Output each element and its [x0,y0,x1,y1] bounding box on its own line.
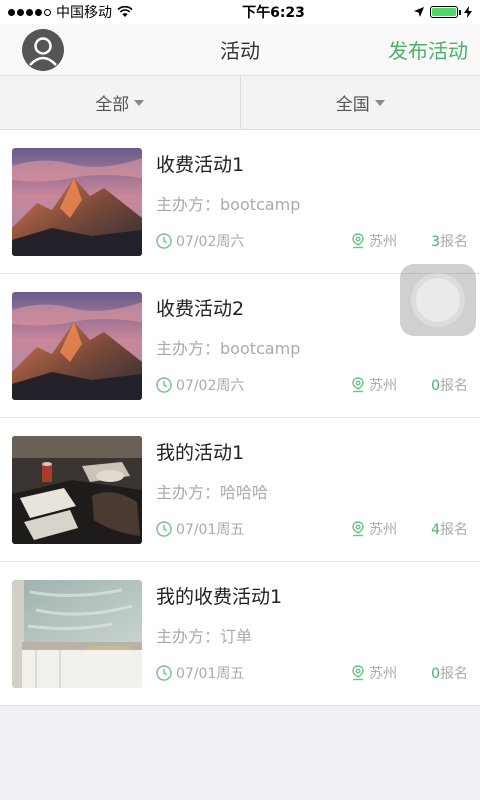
event-meta: 07/01周五 苏州 4报名 [156,519,468,539]
event-meta: 07/02周六 苏州 0报名 [156,375,468,395]
battery-icon [429,6,461,18]
event-list-item[interactable]: 收费活动1 主办方：bootcamp 07/02周六 苏州 3报名 [0,130,480,274]
event-date-label: 07/01周五 [176,666,245,682]
signup-count: 0报名 [431,375,468,395]
event-location: 苏州 [351,519,397,539]
event-location-label: 苏州 [369,234,398,250]
event-location: 苏州 [351,375,397,395]
event-location: 苏州 [351,663,397,683]
event-meta: 07/02周六 苏州 3报名 [156,231,468,251]
clock-icon [156,377,172,393]
location-pin-icon [352,233,364,249]
nav-bar: 活动 发布活动 [0,24,480,76]
event-date: 07/02周六 [156,375,244,395]
status-left: 中国移动 [8,2,133,22]
event-title: 我的活动1 [156,442,245,464]
event-organizer: 主办方：bootcamp [156,195,301,214]
assistive-touch-icon [416,278,460,322]
signal-strength-icon [8,8,51,16]
location-pin-icon [352,377,364,393]
event-title: 收费活动1 [156,154,245,176]
event-organizer: 主办方：哈哈哈 [156,483,269,502]
event-organizer: 主办方：订单 [156,627,253,646]
location-arrow-icon [413,7,424,17]
event-date-label: 07/02周六 [176,234,245,250]
signup-count-number: 3 [431,234,440,250]
avatar[interactable] [22,28,64,71]
user-icon [22,28,64,71]
event-date-label: 07/02周六 [176,378,245,394]
wifi-icon [117,6,133,17]
signup-count-number: 0 [431,378,440,394]
region-filter[interactable]: 全国 [239,76,480,129]
status-right [413,6,472,18]
mountain-photo [12,148,142,256]
event-location-label: 苏州 [369,522,398,538]
location-pin-icon [352,521,364,537]
event-date: 07/01周五 [156,663,244,683]
carrier-label: 中国移动 [56,5,112,21]
event-location-label: 苏州 [369,378,398,394]
event-list-item[interactable]: 我的活动1 主办方：哈哈哈 07/01周五 苏州 4报名 [0,418,480,562]
event-info: 收费活动1 主办方：bootcamp 07/02周六 苏州 3报名 [142,148,468,255]
event-date: 07/01周五 [156,519,244,539]
event-info: 我的活动1 主办方：哈哈哈 07/01周五 苏州 4报名 [142,436,468,543]
mountain-photo [12,292,142,400]
event-info: 我的收费活动1 主办方：订单 07/01周五 苏州 0报名 [142,580,468,687]
event-location-label: 苏州 [369,666,398,682]
event-list-item[interactable]: 我的收费活动1 主办方：订单 07/01周五 苏州 0报名 [0,562,480,706]
event-list: 收费活动1 主办方：bootcamp 07/02周六 苏州 3报名 收费活动2 … [0,130,480,706]
clock-icon [156,665,172,681]
signup-count: 4报名 [431,519,468,539]
clock-icon [156,521,172,537]
signup-count-suffix: 报名 [440,666,468,682]
event-organizer: 主办方：bootcamp [156,339,301,358]
filter-bar: 全部 全国 [0,76,480,130]
region-filter-label: 全国 [335,95,370,115]
status-time: 下午6:23 [242,5,305,21]
desk-photo [12,436,142,544]
category-filter[interactable]: 全部 [0,76,240,129]
signup-count-suffix: 报名 [440,234,468,250]
chalkboard-photo [12,580,142,688]
clock-icon [156,233,172,249]
location-pin-icon [352,665,364,681]
signup-count: 0报名 [431,663,468,683]
event-date-label: 07/01周五 [176,522,245,538]
status-bar: 中国移动 下午6:23 [0,0,480,24]
charging-icon [463,6,472,18]
event-title: 我的收费活动1 [156,586,283,608]
signup-count-number: 0 [431,666,440,682]
signup-count-suffix: 报名 [440,522,468,538]
dropdown-arrow-icon [374,99,385,106]
assistive-touch-button[interactable] [400,264,476,336]
signup-count-number: 4 [431,522,440,538]
event-date: 07/02周六 [156,231,244,251]
category-filter-label: 全部 [95,95,130,115]
signup-count: 3报名 [431,231,468,251]
event-meta: 07/01周五 苏州 0报名 [156,663,468,683]
dropdown-arrow-icon [134,99,145,106]
signup-count-suffix: 报名 [440,378,468,394]
publish-event-button[interactable]: 发布活动 [388,35,468,64]
event-location: 苏州 [351,231,397,251]
